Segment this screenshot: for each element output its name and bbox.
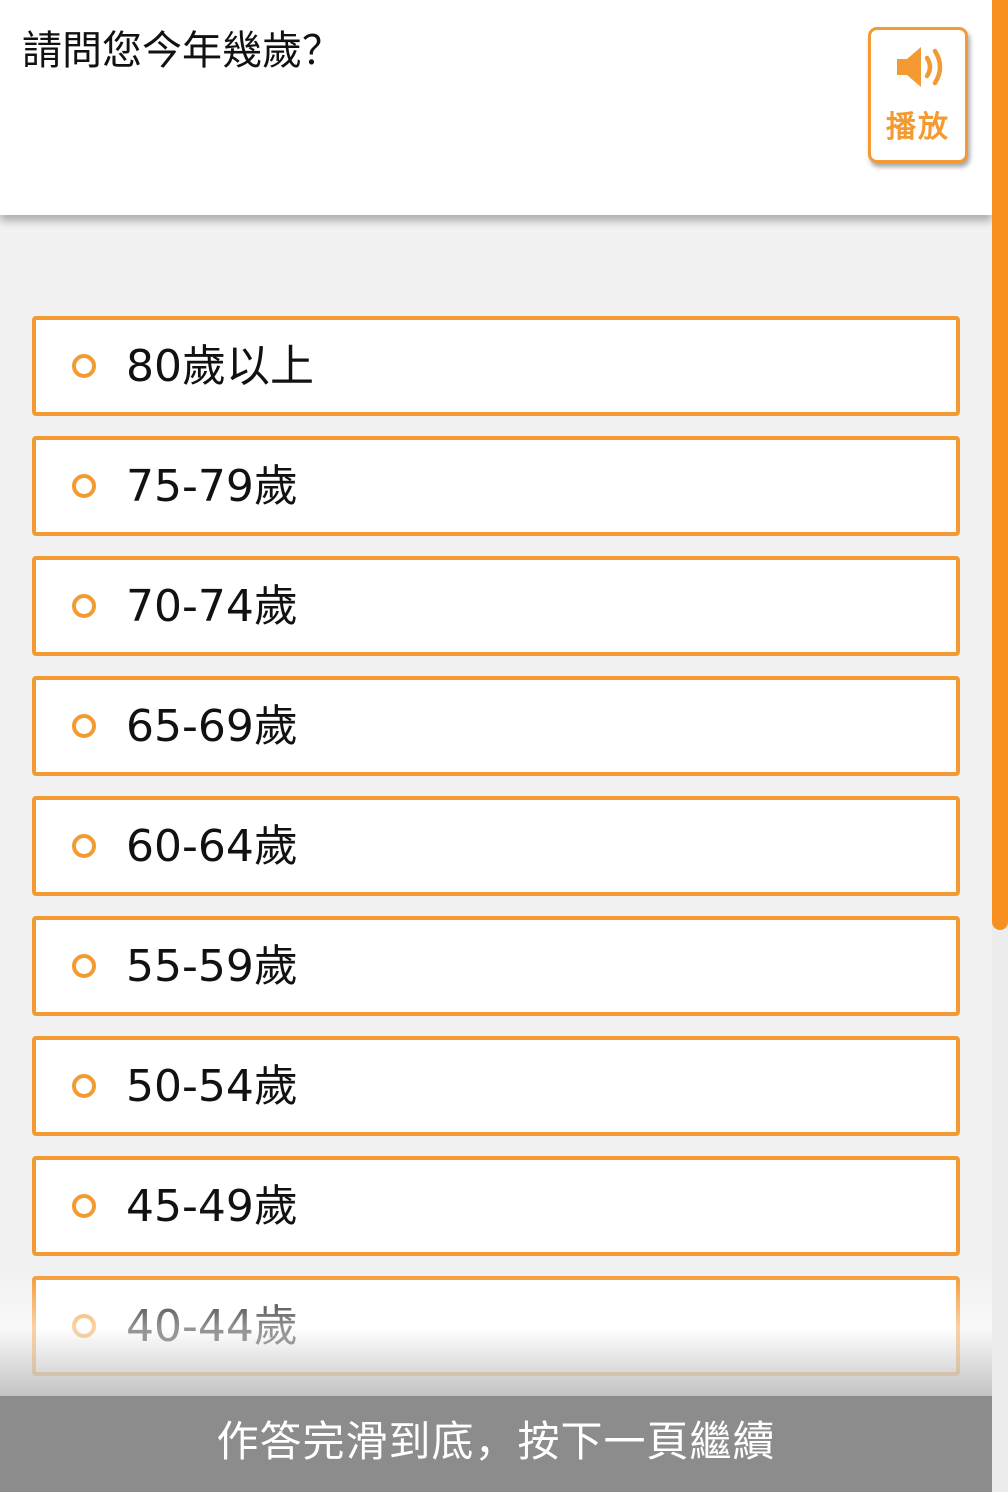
option-label: 50-54歲 [126, 1061, 298, 1112]
footer-hint-bar: 作答完滑到底，按下一頁繼續 [0, 1396, 992, 1492]
option-50-54[interactable]: 50-54歲 [32, 1036, 960, 1136]
answer-options: 80歲以上 75-79歲 70-74歲 65-69歲 60-64歲 55-59歲… [32, 316, 960, 1396]
option-label: 55-59歲 [126, 941, 298, 992]
play-button-label: 播放 [886, 110, 950, 145]
footer-hint-text: 作答完滑到底，按下一頁繼續 [216, 1417, 776, 1466]
option-75-79[interactable]: 75-79歲 [32, 436, 960, 536]
option-label: 65-69歲 [126, 701, 298, 752]
scrollbar[interactable] [992, 0, 1008, 1492]
option-55-59[interactable]: 55-59歲 [32, 916, 960, 1016]
radio-circle-icon[interactable] [72, 714, 96, 738]
question-header: 請問您今年幾歲？ 播放 [0, 0, 992, 215]
radio-circle-icon[interactable] [72, 1314, 96, 1338]
speaker-icon [895, 44, 947, 90]
option-40-44[interactable]: 40-44歲 [32, 1276, 960, 1376]
option-label: 45-49歲 [126, 1181, 298, 1232]
radio-circle-icon[interactable] [72, 1194, 96, 1218]
option-80-plus[interactable]: 80歲以上 [32, 316, 960, 416]
option-70-74[interactable]: 70-74歲 [32, 556, 960, 656]
radio-circle-icon[interactable] [72, 354, 96, 378]
radio-circle-icon[interactable] [72, 474, 96, 498]
option-45-49[interactable]: 45-49歲 [32, 1156, 960, 1256]
option-label: 80歲以上 [126, 341, 314, 392]
play-audio-button[interactable]: 播放 [868, 27, 968, 163]
radio-circle-icon[interactable] [72, 834, 96, 858]
radio-circle-icon[interactable] [72, 594, 96, 618]
survey-page: 請問您今年幾歲？ 播放 80歲以上 75-79歲 70-74歲 65-69歲 6… [0, 0, 1008, 1492]
option-label: 60-64歲 [126, 821, 298, 872]
option-label: 40-44歲 [126, 1301, 298, 1352]
question-text: 請問您今年幾歲？ [22, 28, 342, 74]
scrollbar-thumb[interactable] [992, 0, 1008, 930]
radio-circle-icon[interactable] [72, 1074, 96, 1098]
option-label: 75-79歲 [126, 461, 298, 512]
option-65-69[interactable]: 65-69歲 [32, 676, 960, 776]
option-label: 70-74歲 [126, 581, 298, 632]
radio-circle-icon[interactable] [72, 954, 96, 978]
option-60-64[interactable]: 60-64歲 [32, 796, 960, 896]
